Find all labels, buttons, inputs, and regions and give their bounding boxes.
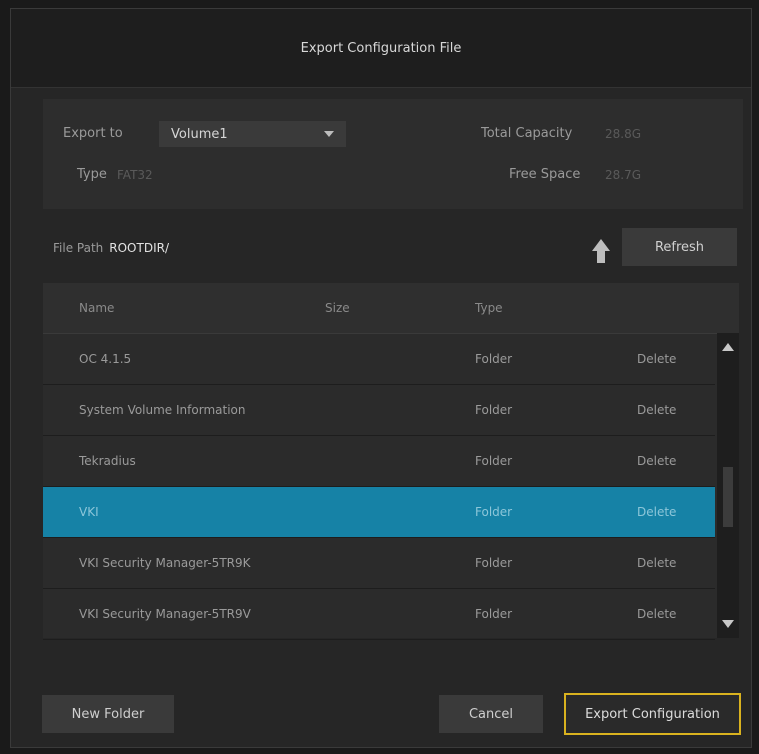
row-type: Folder [475, 505, 513, 519]
table-row[interactable]: VKI Security Manager-5TR9K Folder Delete [43, 538, 715, 589]
row-type: Folder [475, 454, 513, 468]
parent-folder-button[interactable] [591, 237, 611, 265]
column-header-size: Size [325, 301, 350, 315]
dialog-title: Export Configuration File [11, 9, 751, 88]
delete-button[interactable]: Delete [637, 556, 676, 570]
file-table: Name Size Type OC 4.1.5 Folder Delete Sy… [43, 283, 739, 640]
total-capacity-value: 28.8G [605, 127, 642, 141]
delete-button[interactable]: Delete [637, 403, 676, 417]
free-space-value: 28.7G [605, 168, 642, 182]
table-row-selected[interactable]: VKI Folder Delete [43, 487, 715, 538]
cancel-button[interactable]: Cancel [439, 695, 543, 733]
file-path-label: File Path [53, 241, 104, 255]
row-name: VKI Security Manager-5TR9V [79, 607, 251, 621]
file-path-value: ROOTDIR/ [109, 241, 169, 255]
type-label: Type [77, 167, 107, 182]
row-name: OC 4.1.5 [79, 352, 132, 366]
export-config-dialog: Export Configuration File Export to Volu… [10, 8, 752, 748]
column-header-name: Name [79, 301, 115, 315]
scrollbar-thumb[interactable] [723, 467, 733, 527]
total-capacity-label: Total Capacity [481, 126, 573, 141]
column-header-type: Type [475, 301, 503, 315]
delete-button[interactable]: Delete [637, 352, 676, 366]
delete-button[interactable]: Delete [637, 607, 676, 621]
row-type: Folder [475, 556, 513, 570]
export-configuration-button[interactable]: Export Configuration [564, 693, 741, 735]
row-name: System Volume Information [79, 403, 246, 417]
table-scrollbar[interactable] [717, 333, 739, 638]
new-folder-button[interactable]: New Folder [42, 695, 174, 733]
table-row[interactable]: OC 4.1.5 Folder Delete [43, 334, 715, 385]
row-name: Tekradius [79, 454, 136, 468]
delete-button[interactable]: Delete [637, 505, 676, 519]
type-value: FAT32 [117, 168, 153, 182]
volume-select[interactable]: Volume1 [159, 121, 346, 147]
free-space-label: Free Space [509, 167, 581, 182]
row-type: Folder [475, 352, 513, 366]
export-to-label: Export to [63, 126, 123, 141]
chevron-down-icon [324, 131, 334, 137]
row-type: Folder [475, 403, 513, 417]
scroll-down-icon[interactable] [722, 620, 734, 628]
refresh-button[interactable]: Refresh [622, 228, 737, 266]
row-name: VKI [79, 505, 99, 519]
arrow-up-icon [592, 239, 610, 263]
scroll-up-icon[interactable] [722, 343, 734, 351]
table-row[interactable]: Tekradius Folder Delete [43, 436, 715, 487]
row-name: VKI Security Manager-5TR9K [79, 556, 251, 570]
volume-select-value: Volume1 [171, 126, 228, 142]
row-type: Folder [475, 607, 513, 621]
delete-button[interactable]: Delete [637, 454, 676, 468]
volume-info-panel: Export to Volume1 Type FAT32 Total Capac… [43, 99, 743, 209]
table-row[interactable]: VKI Security Manager-5TR9V Folder Delete [43, 589, 715, 640]
table-row[interactable]: System Volume Information Folder Delete [43, 385, 715, 436]
table-header: Name Size Type [43, 283, 739, 334]
file-path: File Path ROOTDIR/ [53, 241, 169, 255]
